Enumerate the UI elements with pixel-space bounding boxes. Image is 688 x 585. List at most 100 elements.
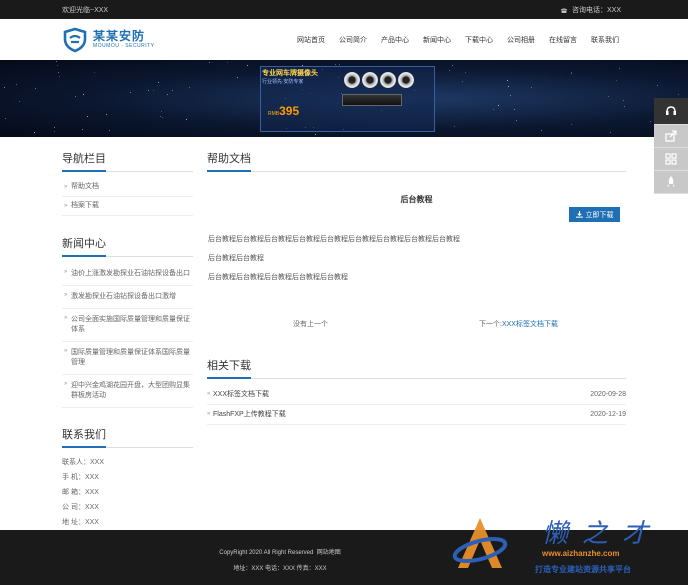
banner-star [54,127,55,128]
camera-image [344,72,360,88]
banner-star [35,88,36,89]
banner-star [56,61,57,62]
nav-message[interactable]: 在线留言 [549,35,577,45]
next-prefix: 下一个: [479,321,502,328]
banner-star [608,96,609,97]
nav-products[interactable]: 产品中心 [381,35,409,45]
welcome-text: 欢迎光临~XXX [62,7,109,14]
nav-album[interactable]: 公司相册 [507,35,535,45]
banner-star [462,81,463,82]
banner-star [514,109,515,110]
logo-english: MOUMOU · SECURITY [93,43,155,49]
banner-star [162,117,163,118]
banner-star [465,72,466,73]
news-item[interactable]: 油价上涨激发勘探业石油钻探设备出口 [62,263,193,286]
contact-email: 邮 箱：XXX [62,489,99,496]
banner-star [153,90,154,91]
side-toolbar [654,98,688,194]
banner-star [59,76,60,77]
article-paragraph: 后台教程后台教程后台教程后台教程后台教程 [208,274,348,281]
banner-star [678,94,679,95]
tool-service[interactable] [654,98,688,125]
phone-icon [560,8,568,13]
news-item[interactable]: 迎中兴金鸡湖花园开盘，大型团购显集群板房活动 [62,375,193,408]
download-button[interactable]: 立即下载 [569,207,620,222]
watermark: 懒之才 www.aizhanzhe.com 打造专业建站资源共享平台 [450,510,688,585]
sidebar-item-archive[interactable]: 档案下载 [62,197,193,216]
dvr-image [342,94,402,106]
banner-star [209,62,210,63]
banner-star [510,95,511,96]
related-item-title[interactable]: FlashFXP上传教程下载 [213,410,286,419]
nav-column-list: 帮助文档 档案下载 [62,178,193,216]
header: 某某安防 MOUMOU · SECURITY 网站首页 公司简介 产品中心 新闻… [0,19,688,60]
banner-star [130,92,131,93]
article-title: 后台教程 [400,195,433,204]
tool-share[interactable] [654,125,688,148]
banner-star [507,80,508,81]
price-prefix: RMB [268,111,280,117]
left-sidebar: 导航栏目 帮助文档 档案下载 新闻中心 油价上涨激发勘探业石油钻探设备出口 激发… [62,150,193,530]
banner-star [315,134,316,135]
related-item[interactable]: FlashFXP上传教程下载 2020-12-19 [207,405,626,425]
banner-star [508,86,509,87]
banner-subtitle: 行业领先 安防专家 [262,79,304,85]
article-body: 后台教程后台教程后台教程后台教程后台教程后台教程后台教程后台教程后台教程 后台教… [208,235,627,292]
banner-star [657,85,658,86]
section-title: 帮助文档 [207,150,626,172]
banner-star [58,72,59,73]
banner-star [94,72,95,73]
banner-star [158,82,159,83]
sitemap-link[interactable]: 网站地图 [317,550,341,556]
watermark-brand: 懒之才 [542,519,663,549]
nav-contact[interactable]: 联系我们 [591,35,619,45]
tool-top[interactable] [654,171,688,194]
news-item[interactable]: 国际质量管理和质量保证体系国际质量管理 [62,342,193,375]
sidebar-item-help[interactable]: 帮助文档 [62,178,193,197]
banner-star [452,65,453,66]
banner-star [650,121,651,122]
watermark-url: www.aizhanzhe.com [542,549,620,558]
logo[interactable]: 某某安防 MOUMOU · SECURITY [62,27,155,53]
camera-image [398,72,414,88]
news-item[interactable]: 公司全面实施国际质量管理和质量保证体系 [62,309,193,342]
banner-star [75,96,76,97]
camera-image [362,72,378,88]
prev-link: 没有上一个 [293,321,328,328]
nav-downloads[interactable]: 下载中心 [465,35,493,45]
nav-home[interactable]: 网站首页 [297,35,325,45]
contact-mobile: 手 机：XXX [62,474,99,481]
banner-star [227,62,228,63]
banner-star [54,131,55,132]
related-item-title[interactable]: XXX标签文档下载 [213,390,269,399]
nav-about[interactable]: 公司简介 [339,35,367,45]
banner-star [624,106,625,107]
headset-icon [666,106,676,115]
rocket-icon [667,176,675,187]
banner-star [167,94,168,95]
banner-star [449,70,450,71]
main-content: 帮助文档 后台教程 立即下载 后台教程后台教程后台教程后台教程后台教程后台教程后… [207,150,626,425]
nav-column-title: 导航栏目 [62,150,193,172]
phone-info: 咨询电话：XXX [560,5,621,15]
banner-star [541,130,542,131]
banner-star [616,80,617,81]
banner-star [83,94,84,95]
next-link-wrap: 下一个:XXX标签文档下载 [479,319,558,329]
related-downloads: 相关下载 XXX标签文档下载 2020-09-28 FlashFXP上传教程下载 2… [207,357,626,425]
related-title: 相关下载 [207,357,626,379]
tool-qrcode[interactable] [654,148,688,171]
next-link[interactable]: XXX标签文档下载 [502,321,558,328]
news-item[interactable]: 激发勘探业石油钻探设备出口激增 [62,286,193,309]
banner-star [498,105,499,106]
related-item[interactable]: XXX标签文档下载 2020-09-28 [207,385,626,405]
contact-list: 联系人：XXX 手 机：XXX 邮 箱：XXX 公 司：XXX 地 址：XXX [62,455,193,530]
banner-star [186,119,187,120]
banner-star [335,64,336,65]
top-bar: 欢迎光临~XXX 咨询电话：XXX [0,0,688,19]
banner-star [571,124,572,125]
banner-star [623,100,624,101]
banner-title: 专业网车牌摄像头 [262,70,318,77]
nav-news[interactable]: 新闻中心 [423,35,451,45]
banner-star [160,116,161,117]
